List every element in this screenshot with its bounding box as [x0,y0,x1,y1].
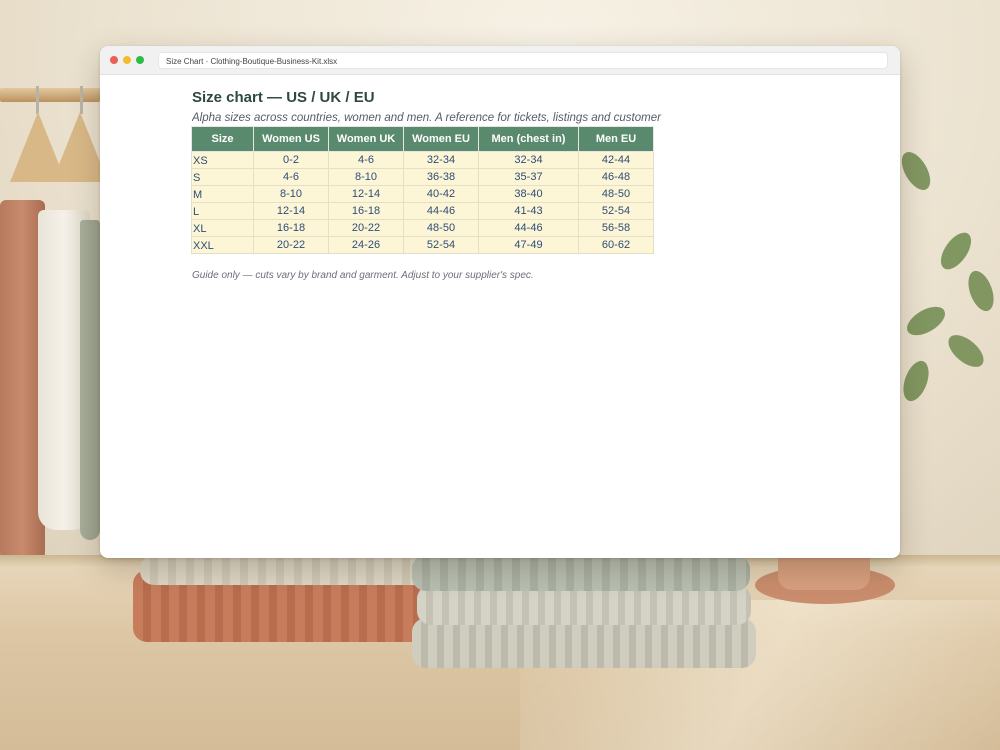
table-cell[interactable]: 48-50 [578,185,654,203]
table-cell[interactable]: 42-44 [578,151,654,169]
table-cell[interactable]: 36-38 [403,168,479,186]
table-cell[interactable]: 16-18 [253,219,329,237]
close-window-button[interactable] [110,56,118,64]
table-cell[interactable]: 8-10 [328,168,404,186]
size-chart-table: Size Women US Women UK Women EU Men (che… [191,126,654,254]
table-cell[interactable]: 24-26 [328,236,404,254]
table-row: XXL 20-22 24-26 52-54 47-49 60-62 [191,236,654,254]
table-cell[interactable]: 20-22 [253,236,329,254]
maximize-window-button[interactable] [136,56,144,64]
header-cell-women-us[interactable]: Women US [253,126,329,152]
table-cell[interactable]: 40-42 [403,185,479,203]
table-cell[interactable]: 12-14 [328,185,404,203]
table-cell[interactable]: 8-10 [253,185,329,203]
title-bar: Size Chart · Clothing-Boutique-Business-… [100,46,900,75]
table-cell[interactable]: M [191,185,254,203]
table-cell[interactable]: 20-22 [328,219,404,237]
sheet-title: Size chart — US / UK / EU [192,89,375,106]
table-cell[interactable]: 16-18 [328,202,404,220]
table-cell[interactable]: 38-40 [478,185,579,203]
table-cell[interactable]: 4-6 [328,151,404,169]
table-cell[interactable]: XL [191,219,254,237]
header-cell-men-eu[interactable]: Men EU [578,126,654,152]
table-cell[interactable]: 0-2 [253,151,329,169]
table-row: S 4-6 8-10 36-38 35-37 46-48 [191,168,654,186]
table-cell[interactable]: 4-6 [253,168,329,186]
table-cell[interactable]: 32-34 [478,151,579,169]
header-cell-women-eu[interactable]: Women EU [403,126,479,152]
table-cell[interactable]: 52-54 [403,236,479,254]
header-cell-men-chest[interactable]: Men (chest in) [478,126,579,152]
spreadsheet-window: Size Chart · Clothing-Boutique-Business-… [100,46,900,558]
folded-sweater-cream [140,555,430,585]
sheet-subtitle: Alpha sizes across countries, women and … [192,112,661,124]
sheet-footnote: Guide only — cuts vary by brand and garm… [192,270,534,281]
sweater-sage [80,220,100,540]
header-cell-size[interactable]: Size [191,126,254,152]
table-header-row: Size Women US Women UK Women EU Men (che… [191,126,654,152]
table-row: L 12-14 16-18 44-46 41-43 52-54 [191,202,654,220]
hanger-hook [36,86,39,114]
clothing-rail [0,88,100,102]
table-cell[interactable]: 46-48 [578,168,654,186]
minimize-window-button[interactable] [123,56,131,64]
header-cell-women-uk[interactable]: Women UK [328,126,404,152]
table-cell[interactable]: 44-46 [478,219,579,237]
table-cell[interactable]: S [191,168,254,186]
table-cell[interactable]: 52-54 [578,202,654,220]
table-cell[interactable]: 35-37 [478,168,579,186]
window-title-bar-text: Size Chart · Clothing-Boutique-Business-… [158,52,888,69]
folded-sweater-grey [412,618,756,668]
table-cell[interactable]: 60-62 [578,236,654,254]
table-cell[interactable]: 56-58 [578,219,654,237]
table-row: XL 16-18 20-22 48-50 44-46 56-58 [191,219,654,237]
table-cell[interactable]: 32-34 [403,151,479,169]
table-cell[interactable]: 47-49 [478,236,579,254]
folded-sweater-light [417,585,751,625]
table-cell[interactable]: 44-46 [403,202,479,220]
folded-sweater-sage [412,555,750,591]
table-cell[interactable]: 48-50 [403,219,479,237]
table-row: XS 0-2 4-6 32-34 32-34 42-44 [191,151,654,169]
table-cell[interactable]: L [191,202,254,220]
table-row: M 8-10 12-14 40-42 38-40 48-50 [191,185,654,203]
table-cell[interactable]: 12-14 [253,202,329,220]
table-cell[interactable]: XXL [191,236,254,254]
table-cell[interactable]: XS [191,151,254,169]
table-cell[interactable]: 41-43 [478,202,579,220]
hanger-hook [80,86,83,114]
